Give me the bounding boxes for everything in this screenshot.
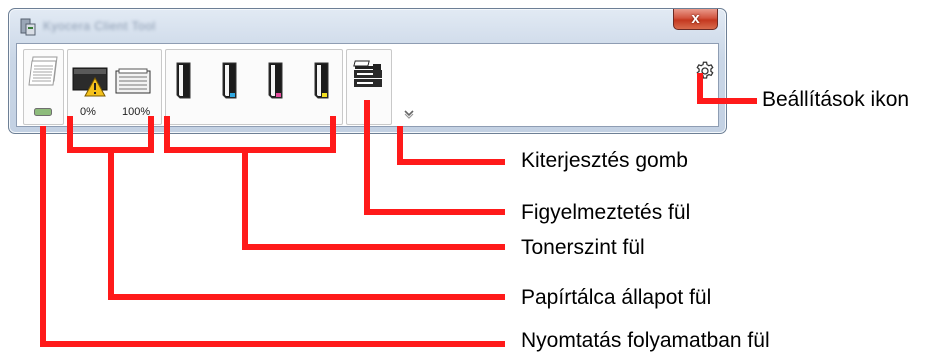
callout-line-alert-h bbox=[364, 209, 505, 215]
window-title: Kyocera Client Tool bbox=[43, 19, 156, 33]
app-icon bbox=[20, 18, 36, 36]
tab-print-in-progress[interactable] bbox=[23, 49, 64, 125]
callout-line-toner-v bbox=[242, 147, 248, 249]
callout-settings: Beállítások ikon bbox=[762, 88, 910, 111]
callout-line-print-h bbox=[40, 341, 505, 347]
toner-cyan-icon bbox=[222, 62, 237, 99]
callout-toner: Tonerszint fül bbox=[521, 236, 645, 259]
print-status-indicator bbox=[34, 108, 52, 116]
callout-line-toner-h bbox=[242, 244, 505, 250]
paper-tray-full-icon bbox=[115, 68, 151, 94]
tab-toner-level[interactable] bbox=[165, 49, 343, 125]
printer-mfp-icon bbox=[353, 60, 382, 87]
toner-yellow-icon bbox=[314, 62, 329, 99]
callout-line-expand-h bbox=[397, 159, 505, 165]
paper-tray-empty-icon bbox=[72, 67, 108, 97]
callout-paper: Papírtálca állapot fül bbox=[521, 286, 712, 309]
callout-print: Nyomtatás folyamatban fül bbox=[521, 329, 770, 352]
callout-line-expand bbox=[397, 126, 403, 163]
callout-line-alert bbox=[364, 100, 370, 213]
callout-line-print bbox=[40, 126, 46, 346]
callout-expand: Kiterjesztés gomb bbox=[521, 149, 688, 172]
toner-magenta-icon bbox=[268, 62, 283, 99]
callout-line-paper-h bbox=[108, 294, 505, 300]
tab-paper-tray[interactable]: 0% 100% bbox=[67, 49, 162, 125]
toner-cartridges bbox=[176, 62, 329, 99]
close-button[interactable]: x bbox=[673, 9, 718, 30]
callout-alert: Figyelmeztetés fül bbox=[521, 201, 691, 224]
print-stack-icon bbox=[28, 56, 58, 86]
close-icon: x bbox=[691, 10, 700, 27]
toner-black-icon bbox=[176, 62, 191, 99]
callout-line-toner-top bbox=[164, 147, 336, 153]
callout-line-settings-h bbox=[697, 98, 757, 104]
title-bar[interactable]: Kyocera Client Tool x bbox=[9, 9, 726, 43]
callout-line-paper-v bbox=[108, 147, 114, 299]
tray-1-level: 0% bbox=[80, 106, 96, 118]
tray-2-level: 100% bbox=[122, 106, 151, 118]
expand-button[interactable] bbox=[404, 110, 414, 119]
